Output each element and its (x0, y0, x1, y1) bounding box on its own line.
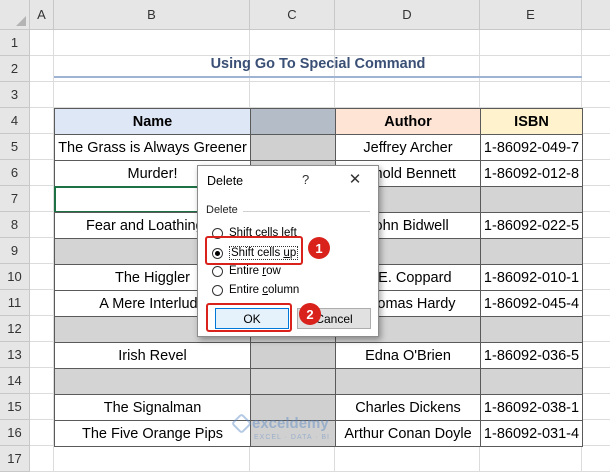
column-header-a[interactable]: A (30, 0, 54, 30)
table-cell-author[interactable]: Edna O'Brien (335, 342, 481, 369)
help-button[interactable]: ? (302, 172, 309, 187)
row-header-3[interactable]: 3 (0, 82, 30, 108)
delete-group-label: Delete (206, 204, 238, 216)
table-cell-name[interactable]: The Signalman (54, 394, 251, 421)
table-cell-isbn[interactable]: 1-86092-010-1 (480, 264, 583, 291)
step-2-badge: 2 (299, 303, 321, 325)
blank-row-cell[interactable] (250, 368, 336, 395)
row-header-12[interactable]: 12 (0, 316, 30, 342)
header-author-cell[interactable]: Author (335, 108, 481, 135)
table-cell-isbn[interactable]: 1-86092-049-7 (480, 134, 583, 161)
table-cell-isbn[interactable]: 1-86092-012-8 (480, 160, 583, 187)
watermark-tagline: EXCEL · DATA · BI (254, 434, 330, 441)
group-divider (243, 211, 370, 212)
row-header-1[interactable]: 1 (0, 30, 30, 56)
row-header-17[interactable]: 17 (0, 446, 30, 472)
row-header-9[interactable]: 9 (0, 238, 30, 264)
dialog-title: Delete (207, 174, 244, 188)
table-cell-isbn[interactable]: 1-86092-031-4 (480, 420, 583, 447)
column-header-f (582, 0, 610, 30)
radio-button[interactable] (212, 265, 223, 277)
radio-button[interactable] (212, 284, 223, 296)
exceldemy-watermark: exceldemy EXCEL · DATA · BI (230, 412, 372, 454)
header-name-cell[interactable]: Name (54, 108, 251, 135)
row-header-13[interactable]: 13 (0, 342, 30, 368)
gridline (30, 81, 610, 82)
row-header-8[interactable]: 8 (0, 212, 30, 238)
highlight-ok-button (206, 303, 292, 332)
column-header-d[interactable]: D (335, 0, 480, 30)
title-underline (54, 76, 582, 78)
row-header-11[interactable]: 11 (0, 290, 30, 316)
table-cell-isbn[interactable]: 1-86092-045-4 (480, 290, 583, 317)
table-cell-author[interactable]: Jeffrey Archer (335, 134, 481, 161)
close-icon[interactable]: ✕ (344, 170, 366, 188)
blank-row-cell[interactable] (54, 368, 251, 395)
option-entire-column[interactable]: Entire column (212, 284, 299, 296)
blank-row-cell[interactable] (480, 368, 583, 395)
step-1-badge: 1 (308, 237, 330, 259)
blank-row-cell[interactable] (480, 238, 583, 265)
header-isbn-cell[interactable]: ISBN (480, 108, 583, 135)
option-label: Entire column (229, 284, 300, 296)
table-cell-isbn[interactable]: 1-86092-022-5 (480, 212, 583, 239)
row-header-14[interactable]: 14 (0, 368, 30, 394)
option-label: Entire row (229, 265, 281, 277)
row-header-5[interactable]: 5 (0, 134, 30, 160)
table-cell-isbn[interactable]: 1-86092-038-1 (480, 394, 583, 421)
table-cell-c[interactable] (250, 342, 336, 369)
blank-row-cell[interactable] (480, 316, 583, 343)
header-column-c-cell[interactable] (250, 108, 336, 135)
row-header-6[interactable]: 6 (0, 160, 30, 186)
column-header-e[interactable]: E (480, 0, 582, 30)
watermark-name: exceldemy (252, 415, 329, 432)
blank-row-cell[interactable] (480, 186, 583, 213)
highlight-shift-cells-up (205, 236, 303, 265)
blank-row-cell[interactable] (335, 368, 481, 395)
column-header-b[interactable]: B (54, 0, 250, 30)
row-header-7[interactable]: 7 (0, 186, 30, 212)
row-header-10[interactable]: 10 (0, 264, 30, 290)
table-cell-isbn[interactable]: 1-86092-036-5 (480, 342, 583, 369)
row-header-2[interactable]: 2 (0, 56, 30, 82)
row-header-4[interactable]: 4 (0, 108, 30, 134)
exceldemy-logo-icon (230, 412, 253, 435)
column-header-c[interactable]: C (250, 0, 335, 30)
table-cell-c[interactable] (250, 134, 336, 161)
row-header-15[interactable]: 15 (0, 394, 30, 420)
table-cell-name[interactable]: The Grass is Always Greener (54, 134, 251, 161)
select-all-corner[interactable] (0, 0, 30, 30)
table-cell-name[interactable]: The Five Orange Pips (54, 420, 251, 447)
row-header-16[interactable]: 16 (0, 420, 30, 446)
sheet-title: Using Go To Special Command (210, 56, 426, 72)
option-entire-row[interactable]: Entire row (212, 265, 281, 277)
table-cell-name[interactable]: Irish Revel (54, 342, 251, 369)
